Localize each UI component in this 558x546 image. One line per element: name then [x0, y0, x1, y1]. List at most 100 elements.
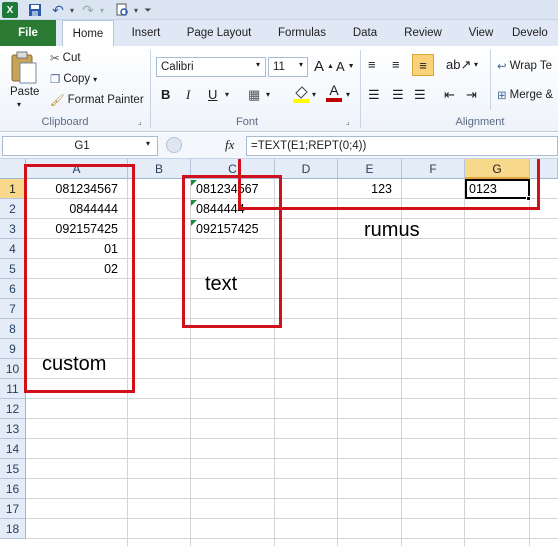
tab-page-layout[interactable]: Page Layout	[180, 20, 258, 46]
copy-button[interactable]: ❐ Copy ▾	[50, 72, 97, 86]
align-left-icon[interactable]: ☰	[368, 87, 380, 103]
cell-a1[interactable]: 081234567	[26, 179, 128, 199]
merge-button[interactable]: ⊞ Merge &	[497, 88, 553, 102]
row-header-12[interactable]: 12	[0, 399, 26, 419]
name-box[interactable]: G1	[2, 136, 158, 156]
cell-a5[interactable]: 02	[26, 259, 128, 279]
save-icon[interactable]	[27, 2, 43, 18]
undo-dropdown-icon[interactable]: ▾	[64, 2, 80, 18]
tab-file[interactable]: File	[0, 20, 56, 46]
row-header-11[interactable]: 11	[0, 379, 26, 399]
font-color-dropdown-icon[interactable]: ▾	[346, 90, 350, 99]
merge-label: Merge &	[509, 89, 554, 101]
fill-color-dropdown-icon[interactable]: ▾	[312, 90, 316, 99]
cell-c2[interactable]: 0844444	[191, 199, 275, 219]
fill-color-button[interactable]	[292, 84, 310, 104]
column-header-c[interactable]: C	[191, 159, 275, 179]
font-name-box[interactable]: Calibri	[156, 57, 266, 77]
tab-home[interactable]: Home	[62, 20, 114, 47]
row-header-9[interactable]: 9	[0, 339, 26, 359]
format-painter-button[interactable]: 🖌 Format Painter	[50, 93, 144, 107]
cut-button[interactable]: ✂ Cut	[50, 51, 81, 65]
row-header-16[interactable]: 16	[0, 479, 26, 499]
column-header-next[interactable]	[530, 159, 558, 179]
increase-indent-icon[interactable]: ⇥	[466, 87, 477, 103]
excel-icon[interactable]: X	[2, 2, 18, 18]
annotation-label-text: text	[205, 273, 238, 295]
tab-developer[interactable]: Develo	[512, 20, 558, 46]
text-number-warning-icon[interactable]	[191, 200, 197, 206]
bold-button[interactable]: B	[161, 87, 170, 102]
grow-font-icon[interactable]: A ▲	[314, 58, 334, 75]
row-header-10[interactable]: 10	[0, 359, 26, 379]
gridline	[26, 478, 558, 479]
fill-handle[interactable]	[526, 196, 531, 201]
font-size-dropdown-icon[interactable]: ▾	[299, 60, 303, 69]
cell-a3[interactable]: 092157425	[26, 219, 128, 239]
italic-button[interactable]: I	[186, 87, 190, 103]
gridline	[26, 498, 558, 499]
paste-button[interactable]: Paste	[10, 86, 39, 98]
row-header-14[interactable]: 14	[0, 439, 26, 459]
formula-input[interactable]: =TEXT(E1;REPT(0;4))	[246, 136, 558, 156]
clipboard-launcher-icon[interactable]: ⌟	[138, 117, 142, 126]
row-header-4[interactable]: 4	[0, 239, 26, 259]
column-header-a[interactable]: A	[26, 159, 128, 179]
tab-data[interactable]: Data	[344, 20, 386, 46]
align-bottom-icon[interactable]: ≡	[412, 54, 434, 76]
font-color-button[interactable]: A	[326, 83, 342, 102]
align-right-icon[interactable]: ☰	[414, 87, 426, 103]
row-header-15[interactable]: 15	[0, 459, 26, 479]
tab-insert[interactable]: Insert	[122, 20, 170, 46]
font-launcher-icon[interactable]: ⌟	[346, 117, 350, 126]
align-center-icon[interactable]: ☰	[392, 87, 404, 103]
select-all-corner[interactable]	[0, 159, 26, 179]
cell-c3[interactable]: 092157425	[191, 219, 275, 239]
paste-dropdown-icon[interactable]: ▾	[17, 100, 21, 109]
row-header-13[interactable]: 13	[0, 419, 26, 439]
font-name-dropdown-icon[interactable]: ▾	[256, 60, 260, 69]
group-separator	[150, 50, 151, 128]
tab-view[interactable]: View	[460, 20, 502, 46]
underline-button[interactable]: U	[208, 87, 217, 102]
align-top-icon[interactable]: ≡	[368, 57, 376, 72]
cell-a2[interactable]: 0844444	[26, 199, 128, 219]
cell-g1-selected[interactable]: 0123	[465, 179, 530, 199]
decrease-indent-icon[interactable]: ⇤	[444, 87, 455, 103]
name-box-dropdown-icon[interactable]: ▾	[146, 139, 150, 148]
column-header-d[interactable]: D	[275, 159, 338, 179]
column-header-b[interactable]: B	[128, 159, 191, 179]
row-header-6[interactable]: 6	[0, 279, 26, 299]
redo-dropdown-icon[interactable]: ▾	[94, 2, 110, 18]
row-header-5[interactable]: 5	[0, 259, 26, 279]
row-header-1[interactable]: 1	[0, 179, 26, 199]
underline-dropdown-icon[interactable]: ▾	[225, 90, 229, 99]
tab-formulas[interactable]: Formulas	[270, 20, 334, 46]
column-header-e[interactable]: E	[338, 159, 402, 179]
row-header-2[interactable]: 2	[0, 199, 26, 219]
shrink-font-icon[interactable]: A ▼	[336, 59, 355, 74]
borders-icon[interactable]: ▦	[248, 87, 260, 103]
paste-icon[interactable]	[8, 50, 42, 86]
column-header-g[interactable]: G	[465, 159, 530, 179]
row-header-7[interactable]: 7	[0, 299, 26, 319]
customize-icon[interactable]: ⏷	[140, 2, 156, 18]
borders-dropdown-icon[interactable]: ▾	[266, 90, 270, 99]
text-number-warning-icon[interactable]	[191, 220, 197, 226]
wrap-text-button[interactable]: ↩ Wrap Te	[497, 59, 552, 73]
formula-bar-handle-icon[interactable]	[166, 137, 182, 153]
align-middle-icon[interactable]: ≡	[392, 57, 400, 72]
tab-review[interactable]: Review	[396, 20, 450, 46]
insert-function-button[interactable]: fx	[225, 137, 234, 153]
row-header-17[interactable]: 17	[0, 499, 26, 519]
cell-e1[interactable]: 123	[338, 179, 402, 199]
row-header-18[interactable]: 18	[0, 519, 26, 539]
text-number-warning-icon[interactable]	[191, 180, 197, 186]
orientation-dropdown-icon[interactable]: ▾	[474, 60, 478, 69]
orientation-icon[interactable]: ab↗	[446, 57, 471, 73]
cell-a4[interactable]: 01	[26, 239, 128, 259]
cell-c1[interactable]: 081234567	[191, 179, 275, 199]
column-header-f[interactable]: F	[402, 159, 465, 179]
row-header-3[interactable]: 3	[0, 219, 26, 239]
row-header-8[interactable]: 8	[0, 319, 26, 339]
